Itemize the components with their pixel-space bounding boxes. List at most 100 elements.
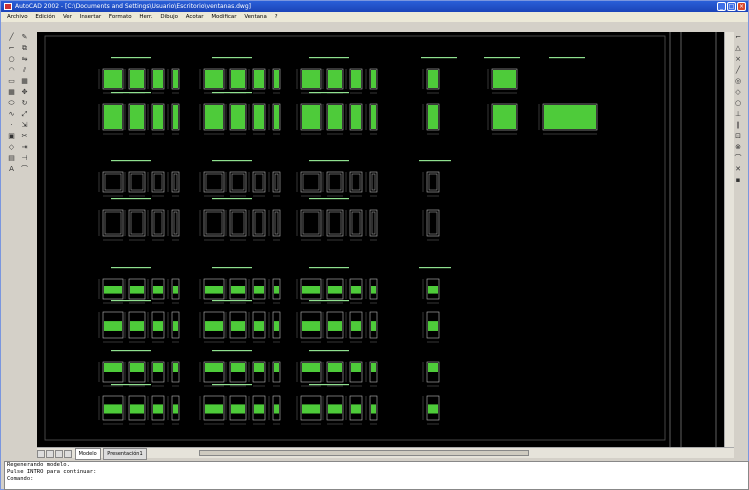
menu-edicion[interactable]: Edición bbox=[35, 12, 55, 22]
extend-icon[interactable]: ⇥ bbox=[20, 143, 29, 152]
osnap-midpoint-icon[interactable]: △ bbox=[734, 44, 743, 53]
osnap-extension-icon[interactable]: ╱ bbox=[734, 66, 743, 75]
menu-dibujo[interactable]: Dibujo bbox=[160, 12, 178, 22]
window-sash bbox=[205, 211, 223, 235]
ellipse-icon[interactable]: ⬭ bbox=[7, 99, 16, 108]
arc-icon[interactable]: ◠ bbox=[7, 66, 16, 75]
command-window[interactable]: Regenerando modelo. Pulse INTRO para con… bbox=[4, 461, 749, 490]
window-glass bbox=[153, 363, 163, 372]
rectangle-icon[interactable]: ▭ bbox=[7, 77, 16, 86]
minimize-icon[interactable]: _ bbox=[717, 2, 726, 11]
spline-icon[interactable]: ∿ bbox=[7, 110, 16, 119]
horizontal-scrollbar[interactable] bbox=[199, 450, 529, 456]
window-glass bbox=[274, 286, 279, 294]
table-icon[interactable]: ▤ bbox=[7, 154, 16, 163]
osnap-nearest-icon[interactable]: ⌒ bbox=[734, 154, 743, 163]
tab-presentacion[interactable]: Presentación1 bbox=[103, 448, 147, 460]
group-title-mark bbox=[309, 384, 349, 386]
tab-last-icon[interactable] bbox=[64, 449, 72, 458]
window-glass bbox=[153, 321, 163, 331]
group-title-mark bbox=[111, 92, 151, 94]
menu-archivo[interactable]: Archivo bbox=[7, 12, 28, 22]
group-title-mark bbox=[309, 198, 349, 200]
tab-prev-icon[interactable] bbox=[46, 449, 54, 458]
drawing-svg bbox=[44, 32, 717, 447]
trim-icon[interactable]: ✂ bbox=[20, 132, 29, 141]
osnap-node-icon[interactable]: ⊗ bbox=[734, 143, 743, 152]
osnap-center-icon[interactable]: ◎ bbox=[734, 77, 743, 86]
move-icon[interactable]: ✥ bbox=[20, 88, 29, 97]
window-glass bbox=[173, 286, 178, 294]
polyline-icon[interactable]: ⌐ bbox=[7, 44, 16, 53]
group-title-mark bbox=[484, 57, 520, 59]
window-glass bbox=[428, 363, 438, 372]
erase-icon[interactable]: ✎ bbox=[20, 33, 29, 42]
copy-icon[interactable]: ⧉ bbox=[20, 44, 29, 53]
group-title-mark bbox=[111, 57, 151, 59]
point-icon[interactable]: · bbox=[7, 121, 16, 130]
maximize-icon[interactable]: □ bbox=[727, 2, 736, 11]
menu-acotar[interactable]: Acotar bbox=[186, 12, 204, 22]
offset-icon[interactable]: ⫽ bbox=[20, 66, 29, 75]
window-glass bbox=[130, 70, 144, 88]
array-icon[interactable]: ▦ bbox=[20, 77, 29, 86]
menu-herramientas[interactable]: Herr. bbox=[139, 12, 152, 22]
hatch-icon[interactable]: ▦ bbox=[7, 88, 16, 97]
menu-ayuda[interactable]: ? bbox=[275, 12, 278, 22]
osnap-insert-icon[interactable]: ⊡ bbox=[734, 132, 743, 141]
stretch-icon[interactable]: ⇲ bbox=[20, 121, 29, 130]
menu-modificar[interactable]: Modificar bbox=[211, 12, 236, 22]
text-icon[interactable]: A bbox=[7, 165, 16, 174]
rotate-icon[interactable]: ↻ bbox=[20, 99, 29, 108]
menu-insertar[interactable]: Insertar bbox=[80, 12, 101, 22]
window-glass bbox=[254, 70, 264, 88]
vertical-scrollbar[interactable] bbox=[724, 32, 734, 447]
break-icon[interactable]: ⊣ bbox=[20, 154, 29, 163]
window-sash bbox=[254, 173, 264, 191]
osnap-endpoint-icon[interactable]: ⌐ bbox=[734, 33, 743, 42]
mirror-icon[interactable]: ⇋ bbox=[20, 55, 29, 64]
window-frame bbox=[369, 209, 378, 237]
menu-ver[interactable]: Ver bbox=[63, 12, 72, 22]
window-sash bbox=[231, 173, 245, 191]
block-icon[interactable]: ▣ bbox=[7, 132, 16, 141]
osnap-intersection-icon[interactable]: × bbox=[734, 55, 743, 64]
group-title-mark bbox=[419, 267, 451, 269]
osnap-parallel-icon[interactable]: ∥ bbox=[734, 121, 743, 130]
tab-first-icon[interactable] bbox=[37, 449, 45, 458]
line-icon[interactable]: ╱ bbox=[7, 33, 16, 42]
command-prompt[interactable]: Comando: bbox=[7, 476, 748, 483]
window-glass bbox=[231, 105, 245, 129]
osnap-settings-icon[interactable]: ▪ bbox=[734, 176, 743, 185]
window-glass bbox=[104, 105, 122, 129]
tab-modelo[interactable]: Modelo bbox=[74, 448, 101, 460]
window-glass bbox=[130, 286, 144, 294]
tab-next-icon[interactable] bbox=[55, 449, 63, 458]
group-title-mark bbox=[212, 92, 252, 94]
window-frame bbox=[369, 171, 378, 193]
group-title-mark bbox=[309, 350, 349, 352]
menu-formato[interactable]: Formato bbox=[109, 12, 132, 22]
osnap-perpendicular-icon[interactable]: ⊥ bbox=[734, 110, 743, 119]
osnap-quadrant-icon[interactable]: ◇ bbox=[734, 88, 743, 97]
fillet-icon[interactable]: ⌒ bbox=[20, 165, 29, 174]
window-glass bbox=[371, 70, 376, 88]
window-frame bbox=[171, 171, 180, 193]
window-glass bbox=[130, 363, 144, 372]
circle-icon[interactable]: ○ bbox=[7, 55, 16, 64]
region-icon[interactable]: ◇ bbox=[7, 143, 16, 152]
window-glass bbox=[302, 321, 320, 331]
osnap-tangent-icon[interactable]: ○ bbox=[734, 99, 743, 108]
close-icon[interactable]: × bbox=[737, 2, 746, 11]
osnap-none-icon[interactable]: ✕ bbox=[734, 165, 743, 174]
scale-icon[interactable]: ⤢ bbox=[20, 110, 29, 119]
window-sash bbox=[371, 211, 376, 235]
window-glass bbox=[274, 70, 279, 88]
window-frame bbox=[203, 171, 225, 193]
drawing-canvas[interactable] bbox=[37, 32, 724, 447]
menu-ventana[interactable]: Ventana bbox=[244, 12, 267, 22]
window-glass bbox=[274, 105, 279, 129]
window-glass bbox=[328, 70, 342, 88]
app-icon bbox=[4, 3, 12, 10]
window-sash bbox=[351, 211, 361, 235]
